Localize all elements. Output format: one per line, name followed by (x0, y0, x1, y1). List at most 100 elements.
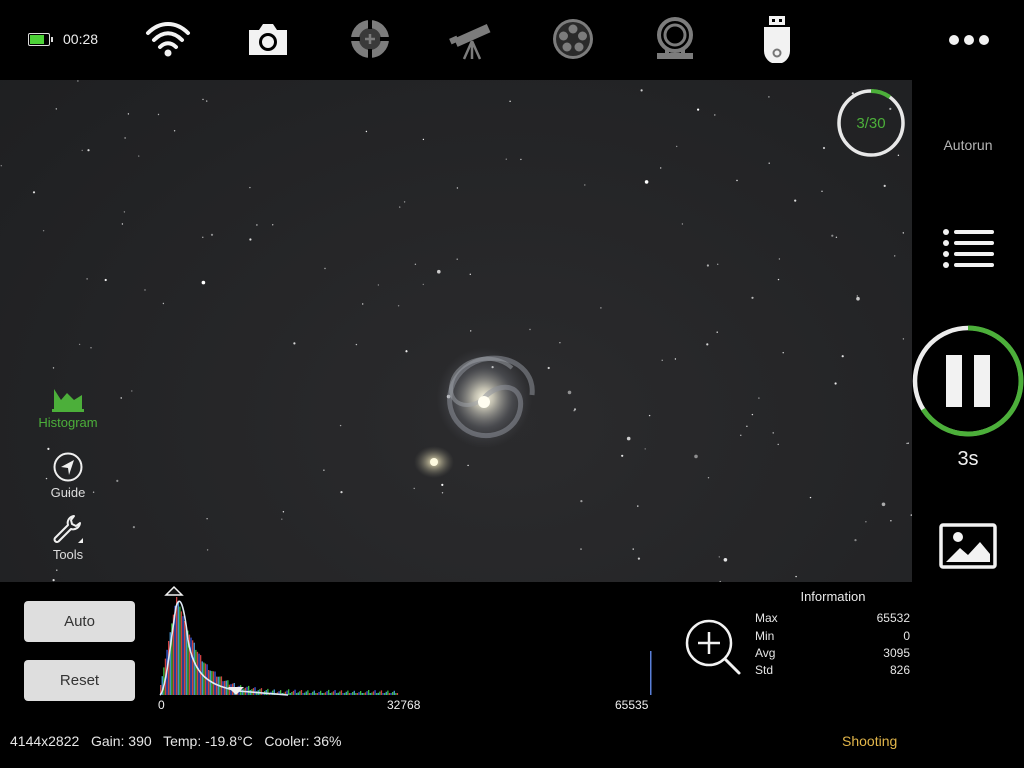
histogram-bar (308, 693, 311, 695)
star (723, 558, 728, 562)
star (621, 454, 624, 457)
focuser-icon[interactable] (346, 15, 394, 63)
telescope-icon[interactable] (448, 15, 496, 63)
histogram-bar (193, 642, 195, 695)
star (206, 100, 208, 102)
wrench-icon (53, 515, 83, 543)
guide-tool[interactable]: Guide (28, 452, 108, 500)
histogram-bar (385, 691, 387, 695)
black-point-handle[interactable] (164, 585, 184, 596)
zoom-in-button[interactable] (684, 618, 742, 676)
rotator-icon[interactable] (651, 15, 699, 63)
histogram-graph[interactable] (158, 585, 658, 699)
star (795, 575, 797, 578)
sequence-progress-text: 3/30 (856, 115, 885, 132)
histogram-bar (204, 663, 207, 695)
histogram-bar (347, 690, 349, 695)
star (559, 342, 561, 344)
star (340, 491, 343, 494)
histogram-bar (209, 670, 211, 695)
star (55, 108, 57, 110)
star (377, 284, 380, 286)
star (854, 539, 857, 542)
histogram-bar (222, 681, 224, 695)
histogram-bar (179, 606, 181, 695)
autorun-label[interactable]: Autorun (912, 137, 1024, 153)
usb-drive-icon[interactable] (753, 15, 801, 63)
star (138, 155, 140, 157)
histogram-tool[interactable]: Histogram (28, 386, 108, 430)
histogram-bar (324, 692, 327, 695)
tools-tool[interactable]: Tools (28, 514, 108, 562)
wifi-icon[interactable] (144, 15, 192, 63)
stat-label: Std (755, 663, 774, 677)
histogram-bar (168, 641, 170, 695)
star (637, 557, 641, 560)
histogram-bar (372, 691, 375, 695)
star (456, 258, 458, 260)
star (77, 80, 79, 82)
star (751, 296, 754, 299)
histogram-bar (184, 621, 186, 695)
star (144, 289, 146, 291)
stat-row-avg: Avg 3095 (755, 646, 910, 660)
histogram-bar (200, 655, 202, 695)
stat-label: Min (755, 629, 775, 643)
star (746, 425, 748, 427)
sequence-list-button[interactable] (940, 226, 996, 272)
histogram-bar (336, 693, 338, 695)
star (339, 424, 342, 427)
histogram-bar (337, 692, 339, 695)
histogram-bar (392, 692, 394, 695)
star (676, 145, 678, 148)
star (777, 278, 780, 281)
histogram-bar (312, 691, 314, 695)
histogram-axis-min: 0 (158, 698, 165, 712)
star (520, 158, 522, 161)
star (822, 146, 826, 150)
histogram-bar (177, 601, 179, 695)
histogram-bar (180, 611, 183, 695)
star (821, 190, 823, 192)
star (777, 443, 779, 446)
histogram-bar (318, 692, 320, 695)
star (758, 397, 760, 399)
histogram-bar (323, 693, 325, 695)
star (441, 492, 444, 494)
star (201, 280, 206, 285)
histogram-bar (307, 690, 309, 695)
histogram-bar (334, 690, 336, 695)
star (772, 432, 774, 434)
camera-icon[interactable] (244, 15, 292, 63)
histogram-bar (377, 692, 379, 695)
star (736, 179, 738, 182)
star (768, 96, 770, 98)
star (674, 358, 677, 360)
star (414, 263, 417, 265)
exposure-time: 3s (957, 448, 979, 470)
pause-button[interactable] (911, 324, 1024, 438)
star (865, 521, 867, 523)
more-options-button[interactable] (912, 22, 1024, 58)
auto-stretch-button[interactable]: Auto (24, 601, 135, 642)
histogram-bar (195, 649, 197, 695)
star (856, 296, 860, 301)
star (397, 305, 400, 307)
star (834, 382, 837, 385)
histogram-bar (366, 691, 368, 695)
histogram-bar (190, 637, 192, 695)
filter-wheel-icon[interactable] (549, 15, 597, 63)
histogram-bar (182, 616, 184, 695)
star (42, 230, 45, 232)
gallery-button[interactable] (938, 520, 1000, 572)
star (206, 518, 208, 520)
star (890, 520, 892, 522)
histogram-bar (288, 689, 290, 695)
star (162, 302, 165, 305)
star (567, 390, 572, 395)
star (81, 149, 83, 152)
star (694, 454, 698, 459)
histogram-bar (294, 689, 296, 695)
reset-stretch-button[interactable]: Reset (24, 660, 135, 701)
histogram-bar (360, 691, 362, 695)
